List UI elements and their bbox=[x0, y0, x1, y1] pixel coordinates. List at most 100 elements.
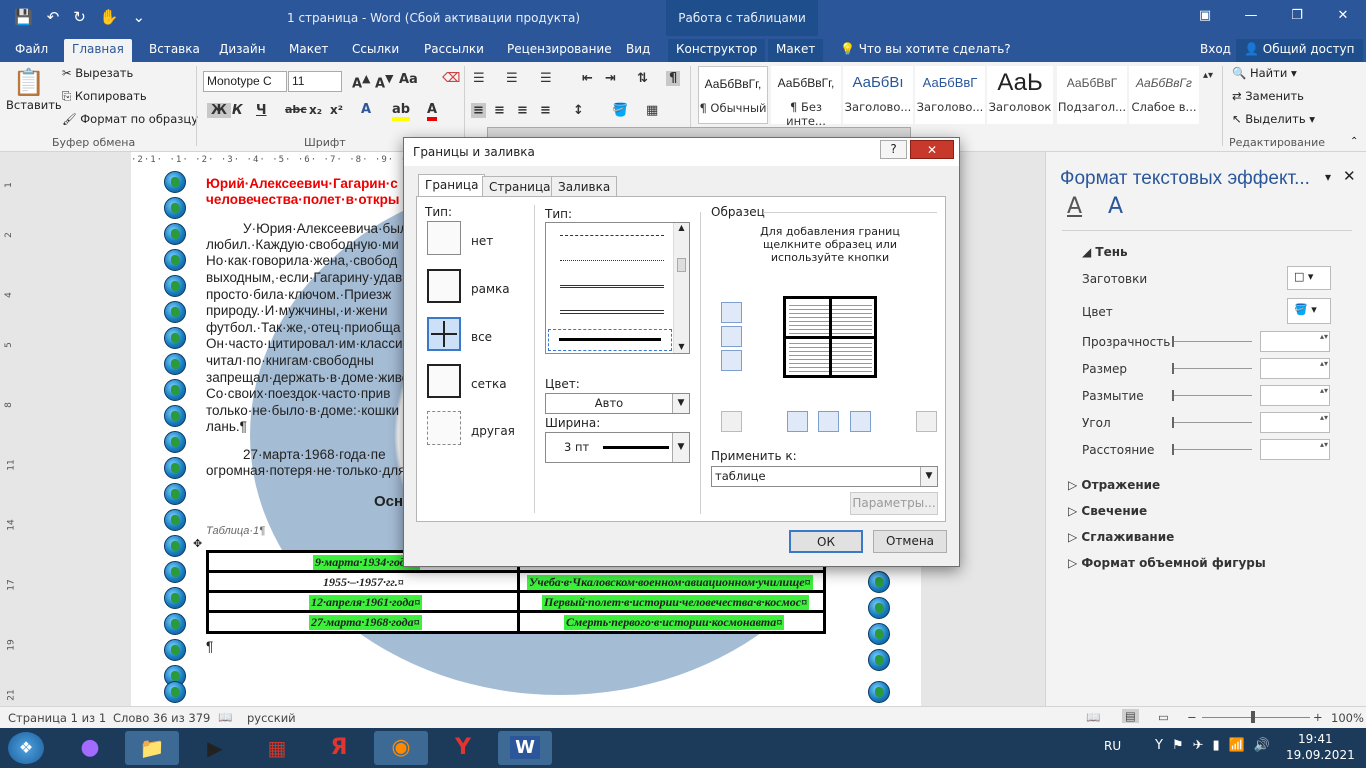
select-button[interactable]: ↖ Выделить ▾ bbox=[1232, 112, 1315, 126]
inside-horizontal-border-button[interactable] bbox=[721, 326, 742, 347]
yandex-icon[interactable]: Y bbox=[436, 731, 490, 765]
tab-references[interactable]: Ссылки bbox=[344, 39, 407, 62]
italic-icon[interactable]: К bbox=[232, 103, 243, 118]
tab-shading[interactable]: Заливка bbox=[551, 176, 618, 197]
doc-line[interactable]: Он·часто·цитировал·им·класси bbox=[206, 336, 403, 351]
tab-borders[interactable]: Граница bbox=[418, 174, 486, 197]
decrease-indent-icon[interactable]: ⇤ bbox=[582, 71, 593, 86]
line-style-scrollbar[interactable]: ▲ ▼ bbox=[673, 223, 689, 353]
shrink-font-icon[interactable]: A▼ bbox=[375, 72, 393, 91]
touch-mode-icon[interactable]: ✋ bbox=[100, 8, 119, 26]
subscript-icon[interactable]: x₂ bbox=[309, 103, 322, 117]
share-button[interactable]: 👤 Общий доступ bbox=[1236, 39, 1363, 62]
change-case-icon[interactable]: Аа bbox=[399, 72, 418, 87]
doc-heading-line[interactable]: человечества·полет·в·откры bbox=[206, 192, 399, 207]
bold-icon[interactable]: Ж bbox=[207, 103, 231, 118]
line-style-option-selected[interactable] bbox=[548, 329, 672, 351]
replace-button[interactable]: ⇄ Заменить bbox=[1232, 89, 1304, 103]
find-button[interactable]: 🔍 Найти ▾ bbox=[1232, 66, 1297, 80]
right-border-button[interactable] bbox=[850, 411, 871, 432]
style-subtle-emphasis[interactable]: АаБбВвГг Слабое в... bbox=[1129, 66, 1199, 124]
doc-line[interactable]: футбол.·Так·же,·отец·приобща bbox=[206, 320, 400, 335]
justify-icon[interactable]: ≡ bbox=[540, 103, 551, 118]
blur-spinner[interactable] bbox=[1260, 385, 1330, 406]
glow-section-header[interactable]: ▷ Свечение bbox=[1068, 504, 1147, 518]
border-grid-icon[interactable] bbox=[427, 364, 461, 398]
font-size-combo[interactable]: 11 bbox=[288, 71, 342, 92]
options-button[interactable]: Параметры... bbox=[850, 492, 938, 515]
line-spacing-icon[interactable]: ↕ bbox=[573, 103, 584, 118]
tab-file[interactable]: Файл bbox=[7, 39, 56, 62]
align-center-icon[interactable]: ≡ bbox=[494, 103, 505, 118]
align-right-icon[interactable]: ≡ bbox=[517, 103, 528, 118]
tab-insert[interactable]: Вставка bbox=[141, 39, 208, 62]
bottom-border-button[interactable] bbox=[721, 350, 742, 371]
dialog-close-icon[interactable]: ✕ bbox=[910, 140, 954, 159]
language[interactable]: русский bbox=[247, 711, 296, 725]
shadow-section-header[interactable]: ◢ Тень bbox=[1082, 245, 1128, 259]
multilevel-list-icon[interactable]: ☰ bbox=[540, 71, 552, 86]
tray-icons[interactable]: Y⚑✈▮📶🔊 bbox=[1155, 738, 1279, 753]
transparency-slider[interactable] bbox=[1172, 336, 1252, 347]
table-cell-event[interactable]: Первый·полет·в·истории·человечества·в·ко… bbox=[542, 595, 810, 610]
table-cell-event[interactable]: Смерть·первого·в·истории·космонавта¤ bbox=[564, 615, 785, 630]
doc-heading-line[interactable]: Юрий·Алексеевич·Гагарин·с bbox=[206, 176, 398, 191]
diagonal-up-border-button[interactable] bbox=[721, 411, 742, 432]
help-icon[interactable]: ? bbox=[880, 140, 907, 159]
border-preview[interactable] bbox=[783, 296, 877, 378]
zoom-level[interactable]: 100% bbox=[1331, 711, 1364, 725]
sort-icon[interactable]: ⇅ bbox=[637, 71, 648, 86]
tab-mailings[interactable]: Рассылки bbox=[416, 39, 492, 62]
zoom-in-icon[interactable]: + bbox=[1313, 710, 1323, 724]
3d-format-section-header[interactable]: ▷ Формат объемной фигуры bbox=[1068, 556, 1266, 570]
media-player-icon[interactable]: ▶ bbox=[188, 731, 242, 765]
style-title[interactable]: АаЬ Заголовок bbox=[987, 66, 1053, 124]
soft-edges-section-header[interactable]: ▷ Сглаживание bbox=[1068, 530, 1174, 544]
word-icon[interactable]: W bbox=[498, 731, 552, 765]
pane-options-icon[interactable]: ▾ bbox=[1325, 170, 1331, 184]
doc-line[interactable]: запрещал·держать·в·доме·живо bbox=[206, 370, 409, 385]
table-cell-date[interactable]: 12·апреля·1961·года¤ bbox=[309, 595, 423, 610]
file-explorer-icon[interactable]: 📁 bbox=[125, 731, 179, 765]
tab-table-layout[interactable]: Макет bbox=[768, 39, 824, 62]
doc-line[interactable]: 27·марта·1968·года·пе bbox=[243, 447, 386, 462]
font-color-icon[interactable]: A bbox=[427, 102, 438, 121]
line-style-option[interactable] bbox=[560, 235, 664, 236]
table-cell-event[interactable]: Учеба·в·Чкаловском·военном·авиационном·у… bbox=[527, 575, 813, 590]
table-cell-date[interactable]: 1955·–·1957·гг.¤ bbox=[321, 575, 406, 590]
show-marks-icon[interactable]: ¶ bbox=[666, 71, 681, 86]
zoom-slider-thumb[interactable] bbox=[1251, 711, 1255, 723]
transparency-spinner[interactable] bbox=[1260, 331, 1330, 352]
tab-home[interactable]: Главная bbox=[64, 39, 132, 62]
minimize-button[interactable]: — bbox=[1228, 0, 1274, 32]
input-language[interactable]: RU bbox=[1104, 739, 1121, 753]
clock-date[interactable]: 19.09.2021 bbox=[1286, 748, 1355, 762]
border-none-label[interactable]: нет bbox=[471, 234, 493, 248]
highlight-icon[interactable]: ab bbox=[392, 102, 411, 121]
copy-button[interactable]: ⎘ Копировать bbox=[62, 89, 147, 104]
table-row[interactable]: 12·апреля·1961·года¤ Первый·полет·в·исто… bbox=[209, 593, 823, 613]
bullets-icon[interactable]: ☰ bbox=[473, 71, 485, 86]
doc-line[interactable]: У·Юрия·Алексеевича·был bbox=[243, 221, 408, 236]
paste-button[interactable]: 📋 Вставить bbox=[6, 68, 62, 112]
pane-close-icon[interactable]: ✕ bbox=[1343, 167, 1356, 185]
border-box-icon[interactable] bbox=[427, 269, 461, 303]
increase-indent-icon[interactable]: ⇥ bbox=[605, 71, 616, 86]
print-layout-icon[interactable]: ▤ bbox=[1122, 709, 1139, 723]
underline-icon[interactable]: Ч bbox=[256, 103, 267, 118]
text-effects-icon[interactable]: A bbox=[361, 102, 371, 117]
border-all-label[interactable]: все bbox=[471, 330, 492, 344]
distance-spinner[interactable] bbox=[1260, 439, 1330, 460]
diagonal-down-border-button[interactable] bbox=[916, 411, 937, 432]
presets-dropdown[interactable]: □ ▾ bbox=[1287, 266, 1331, 290]
doc-line[interactable]: просто·била·ключом.·Приезж bbox=[206, 287, 391, 302]
undo-icon[interactable]: ↶ bbox=[47, 8, 60, 26]
table-heading[interactable]: Осн bbox=[374, 493, 403, 510]
ribbon-display-icon[interactable]: ▣ bbox=[1182, 0, 1228, 32]
border-grid-label[interactable]: сетка bbox=[471, 377, 507, 391]
top-border-button[interactable] bbox=[721, 302, 742, 323]
shadow-color-dropdown[interactable]: 🪣 ▾ bbox=[1287, 298, 1331, 324]
customize-qat-icon[interactable]: ⌄ bbox=[133, 8, 146, 26]
style-heading1[interactable]: АаБбВı Заголово... bbox=[843, 66, 913, 124]
save-icon[interactable]: 💾 bbox=[14, 8, 33, 26]
